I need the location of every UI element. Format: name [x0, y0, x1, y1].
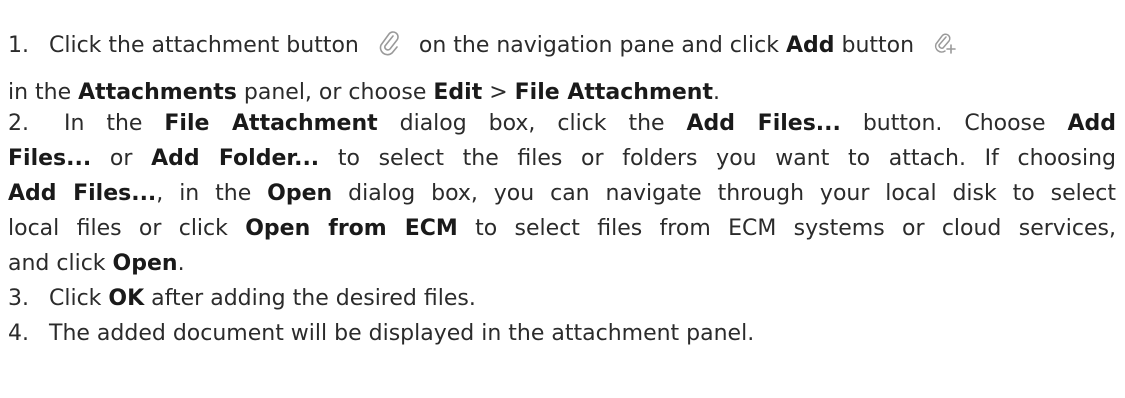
step-2-line-5: and click Open.	[8, 251, 185, 276]
step-1-number: 1.	[8, 33, 29, 58]
step-1-line-2: in the Attachments panel, or choose Edit…	[8, 80, 720, 105]
document-body: 1. Click the attachment button on the na…	[0, 0, 1125, 398]
paperclip-icon	[378, 30, 400, 65]
paperclip-add-icon	[933, 30, 957, 65]
step-2-line-4: local files or click Open from ECM to se…	[8, 216, 1116, 241]
step-2-line-3: Add Files..., in the Open dialog box, yo…	[8, 181, 1116, 206]
step-3: 3. Click OK after adding the desired fil…	[8, 284, 476, 314]
step-4-number: 4.	[8, 321, 29, 346]
step-2-line-1: 2. In the File Attachment dialog box, cl…	[8, 109, 1116, 139]
step-3-number: 3.	[8, 286, 29, 311]
step-2-number: 2.	[8, 111, 29, 136]
step-4: 4. The added document will be displayed …	[8, 319, 754, 349]
step-1-line-1: 1. Click the attachment button on the na…	[8, 30, 957, 65]
step-2-line-2: Files... or Add Folder... to select the …	[8, 146, 1116, 171]
